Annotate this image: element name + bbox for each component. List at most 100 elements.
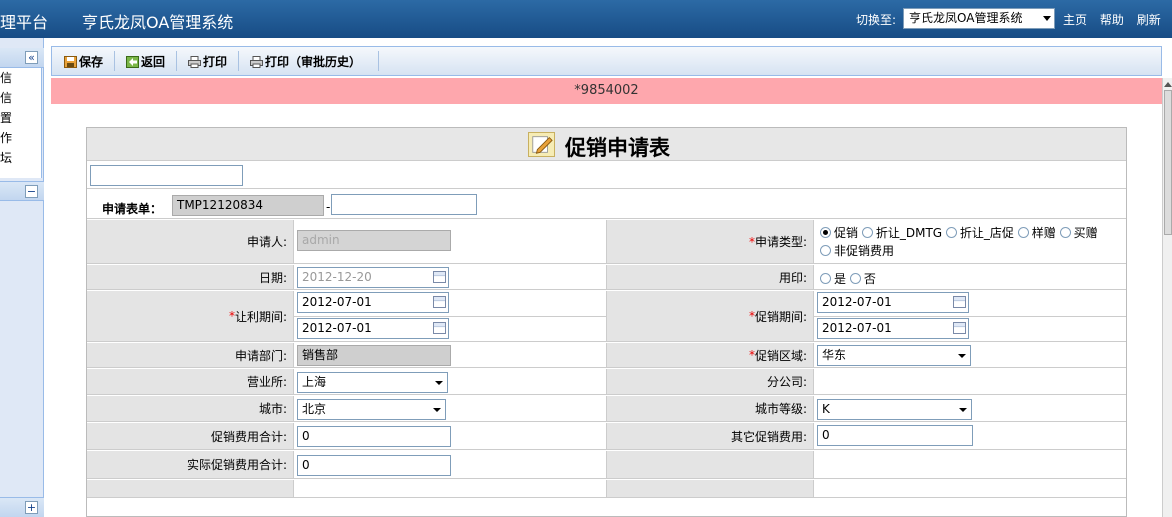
home-link[interactable]: 主页 — [1063, 13, 1087, 27]
app-no-suffix-input[interactable] — [331, 194, 477, 215]
left-panel-header: « — [0, 48, 44, 68]
left-nav-item[interactable]: 置 — [0, 108, 41, 128]
calendar-icon[interactable] — [953, 296, 966, 308]
office-label: 营业所: — [87, 369, 294, 394]
print-button[interactable]: 打印 — [188, 53, 227, 70]
refresh-link[interactable]: 刷新 — [1137, 13, 1161, 27]
radio-seal-no[interactable]: 否 — [849, 272, 876, 286]
promo-total-input[interactable]: 0 — [297, 426, 451, 447]
date-label: 日期: — [87, 265, 294, 289]
radio-icon — [1017, 227, 1029, 238]
form-row: 申请人: admin * 申请类型: 促销 折让_DMTG 折让_店促 样赠 买… — [87, 220, 1126, 264]
platform-title: 理平台 — [0, 13, 49, 32]
select-value: 北京 — [302, 402, 327, 416]
city-level-label-text: 城市等级: — [754, 402, 807, 416]
radio-seal-yes[interactable]: 是 — [820, 272, 846, 286]
select-value: K — [822, 402, 830, 416]
promo-region-label: * 促销区域: — [607, 343, 814, 367]
help-link[interactable]: 帮助 — [1100, 13, 1124, 27]
radio-non-promo-cost[interactable]: 非促销费用 — [820, 244, 894, 258]
seal-radio-group: 是 否 — [820, 270, 876, 287]
radio-sample-gift[interactable]: 样赠 — [1017, 226, 1056, 240]
radio-label: 样赠 — [1031, 226, 1056, 240]
left-nav-item[interactable]: 作 — [0, 128, 41, 148]
top-links: 主页 帮助 刷新 注 — [1063, 11, 1172, 28]
plus-icon[interactable]: + — [25, 501, 38, 514]
other-cost-label: 其它促销费用: — [607, 423, 814, 449]
calendar-icon[interactable] — [433, 322, 446, 334]
scroll-thumb[interactable] — [1164, 90, 1172, 235]
save-label: 保存 — [79, 55, 104, 69]
select-value: 华东 — [822, 348, 847, 362]
applicant-label: 申请人: — [87, 220, 294, 263]
dept-label-text: 申请部门: — [234, 348, 287, 363]
radio-promo[interactable]: 促销 — [820, 226, 858, 240]
app-type-radio-group: 促销 折让_DMTG 折让_店促 样赠 买赠 非促销费用 — [820, 224, 1098, 260]
date-value: 2012-07-01 — [302, 321, 372, 335]
system-switch-select[interactable]: 亨氏龙凤OA管理系统 — [903, 8, 1055, 29]
app-no-label: 申请表单： — [102, 202, 163, 216]
back-label: 返回 — [141, 55, 166, 69]
date-value: 2012-07-01 — [302, 295, 372, 309]
promo-region-label-text: 促销区域: — [754, 348, 807, 363]
calendar-icon[interactable] — [433, 271, 446, 283]
left-nav-item[interactable]: 信 — [0, 88, 41, 108]
left-panel-footer: + — [0, 497, 44, 517]
promo-total-label: 促销费用合计: — [87, 423, 294, 449]
other-cost-label-text: 其它促销费用: — [730, 429, 807, 444]
left-nav-item[interactable]: 坛 — [0, 148, 41, 168]
branch-label: 分公司: — [607, 369, 814, 394]
top-input[interactable] — [90, 165, 243, 186]
left-nav-item[interactable]: 信 — [0, 68, 41, 88]
print-history-label: 打印（审批历史） — [265, 55, 362, 69]
office-label-text: 营业所: — [246, 375, 287, 389]
office-select[interactable]: 上海 — [297, 372, 448, 393]
promo-period-to-input[interactable]: 2012-07-01 — [817, 318, 969, 339]
form-row: 申请部门: 销售部 * 促销区域: 华东 — [87, 343, 1126, 368]
system-name: 亨氏龙凤OA管理系统 — [82, 13, 234, 32]
radio-discount-dmtg[interactable]: 折让_DMTG — [861, 226, 942, 240]
city-level-select[interactable]: K — [817, 399, 972, 420]
radio-discount-store[interactable]: 折让_店促 — [945, 226, 1014, 240]
date-input[interactable]: 2012-12-20 — [297, 267, 449, 288]
discount-period-from-input[interactable]: 2012-07-01 — [297, 292, 449, 313]
calendar-icon[interactable] — [953, 322, 966, 334]
dept-label: 申请部门: — [87, 343, 294, 367]
other-cost-input[interactable]: 0 — [817, 425, 973, 446]
scroll-up-icon[interactable] — [1164, 82, 1172, 87]
toolbar-divider — [176, 51, 177, 71]
form-row — [87, 480, 1126, 498]
print-history-button[interactable]: 打印（审批历史） — [250, 53, 361, 70]
radio-label: 非促销费用 — [834, 244, 895, 258]
discount-period-to-input[interactable]: 2012-07-01 — [297, 318, 449, 339]
edit-form-icon — [528, 132, 555, 157]
empty-label — [607, 451, 814, 478]
applicant-input: admin — [297, 230, 451, 251]
calendar-icon[interactable] — [433, 296, 446, 308]
promo-total-label-text: 促销费用合计: — [210, 429, 287, 444]
save-icon — [64, 56, 77, 68]
promo-region-select[interactable]: 华东 — [817, 345, 971, 366]
promo-period-from-input[interactable]: 2012-07-01 — [817, 292, 969, 313]
form-row: 申请表单： TMP12120834 - — [87, 190, 1126, 219]
date-label-text: 日期: — [258, 270, 287, 285]
radio-label: 折让_店促 — [959, 226, 1014, 240]
vertical-scrollbar[interactable] — [1162, 78, 1172, 517]
radio-label: 促销 — [834, 226, 859, 240]
city-select[interactable]: 北京 — [297, 399, 446, 420]
minus-icon[interactable]: − — [25, 185, 38, 198]
seal-label: 用印: — [607, 265, 814, 289]
radio-buy-gift[interactable]: 买赠 — [1059, 226, 1098, 240]
cell-divider — [294, 316, 606, 317]
toolbar: 保存 返回 打印 打印（审批历史） — [51, 46, 1162, 76]
back-button[interactable]: 返回 — [126, 53, 165, 70]
radio-icon — [849, 273, 861, 284]
app-no-input: TMP12120834 — [172, 195, 324, 216]
actual-total-input[interactable]: 0 — [297, 455, 451, 476]
form-row: 实际促销费用合计: 0 — [87, 451, 1126, 479]
chevron-down-icon — [1043, 16, 1051, 21]
app-type-label: * 申请类型: — [607, 220, 814, 263]
save-button[interactable]: 保存 — [64, 53, 103, 70]
collapse-icon[interactable]: « — [25, 51, 38, 64]
printer-icon — [188, 56, 201, 68]
